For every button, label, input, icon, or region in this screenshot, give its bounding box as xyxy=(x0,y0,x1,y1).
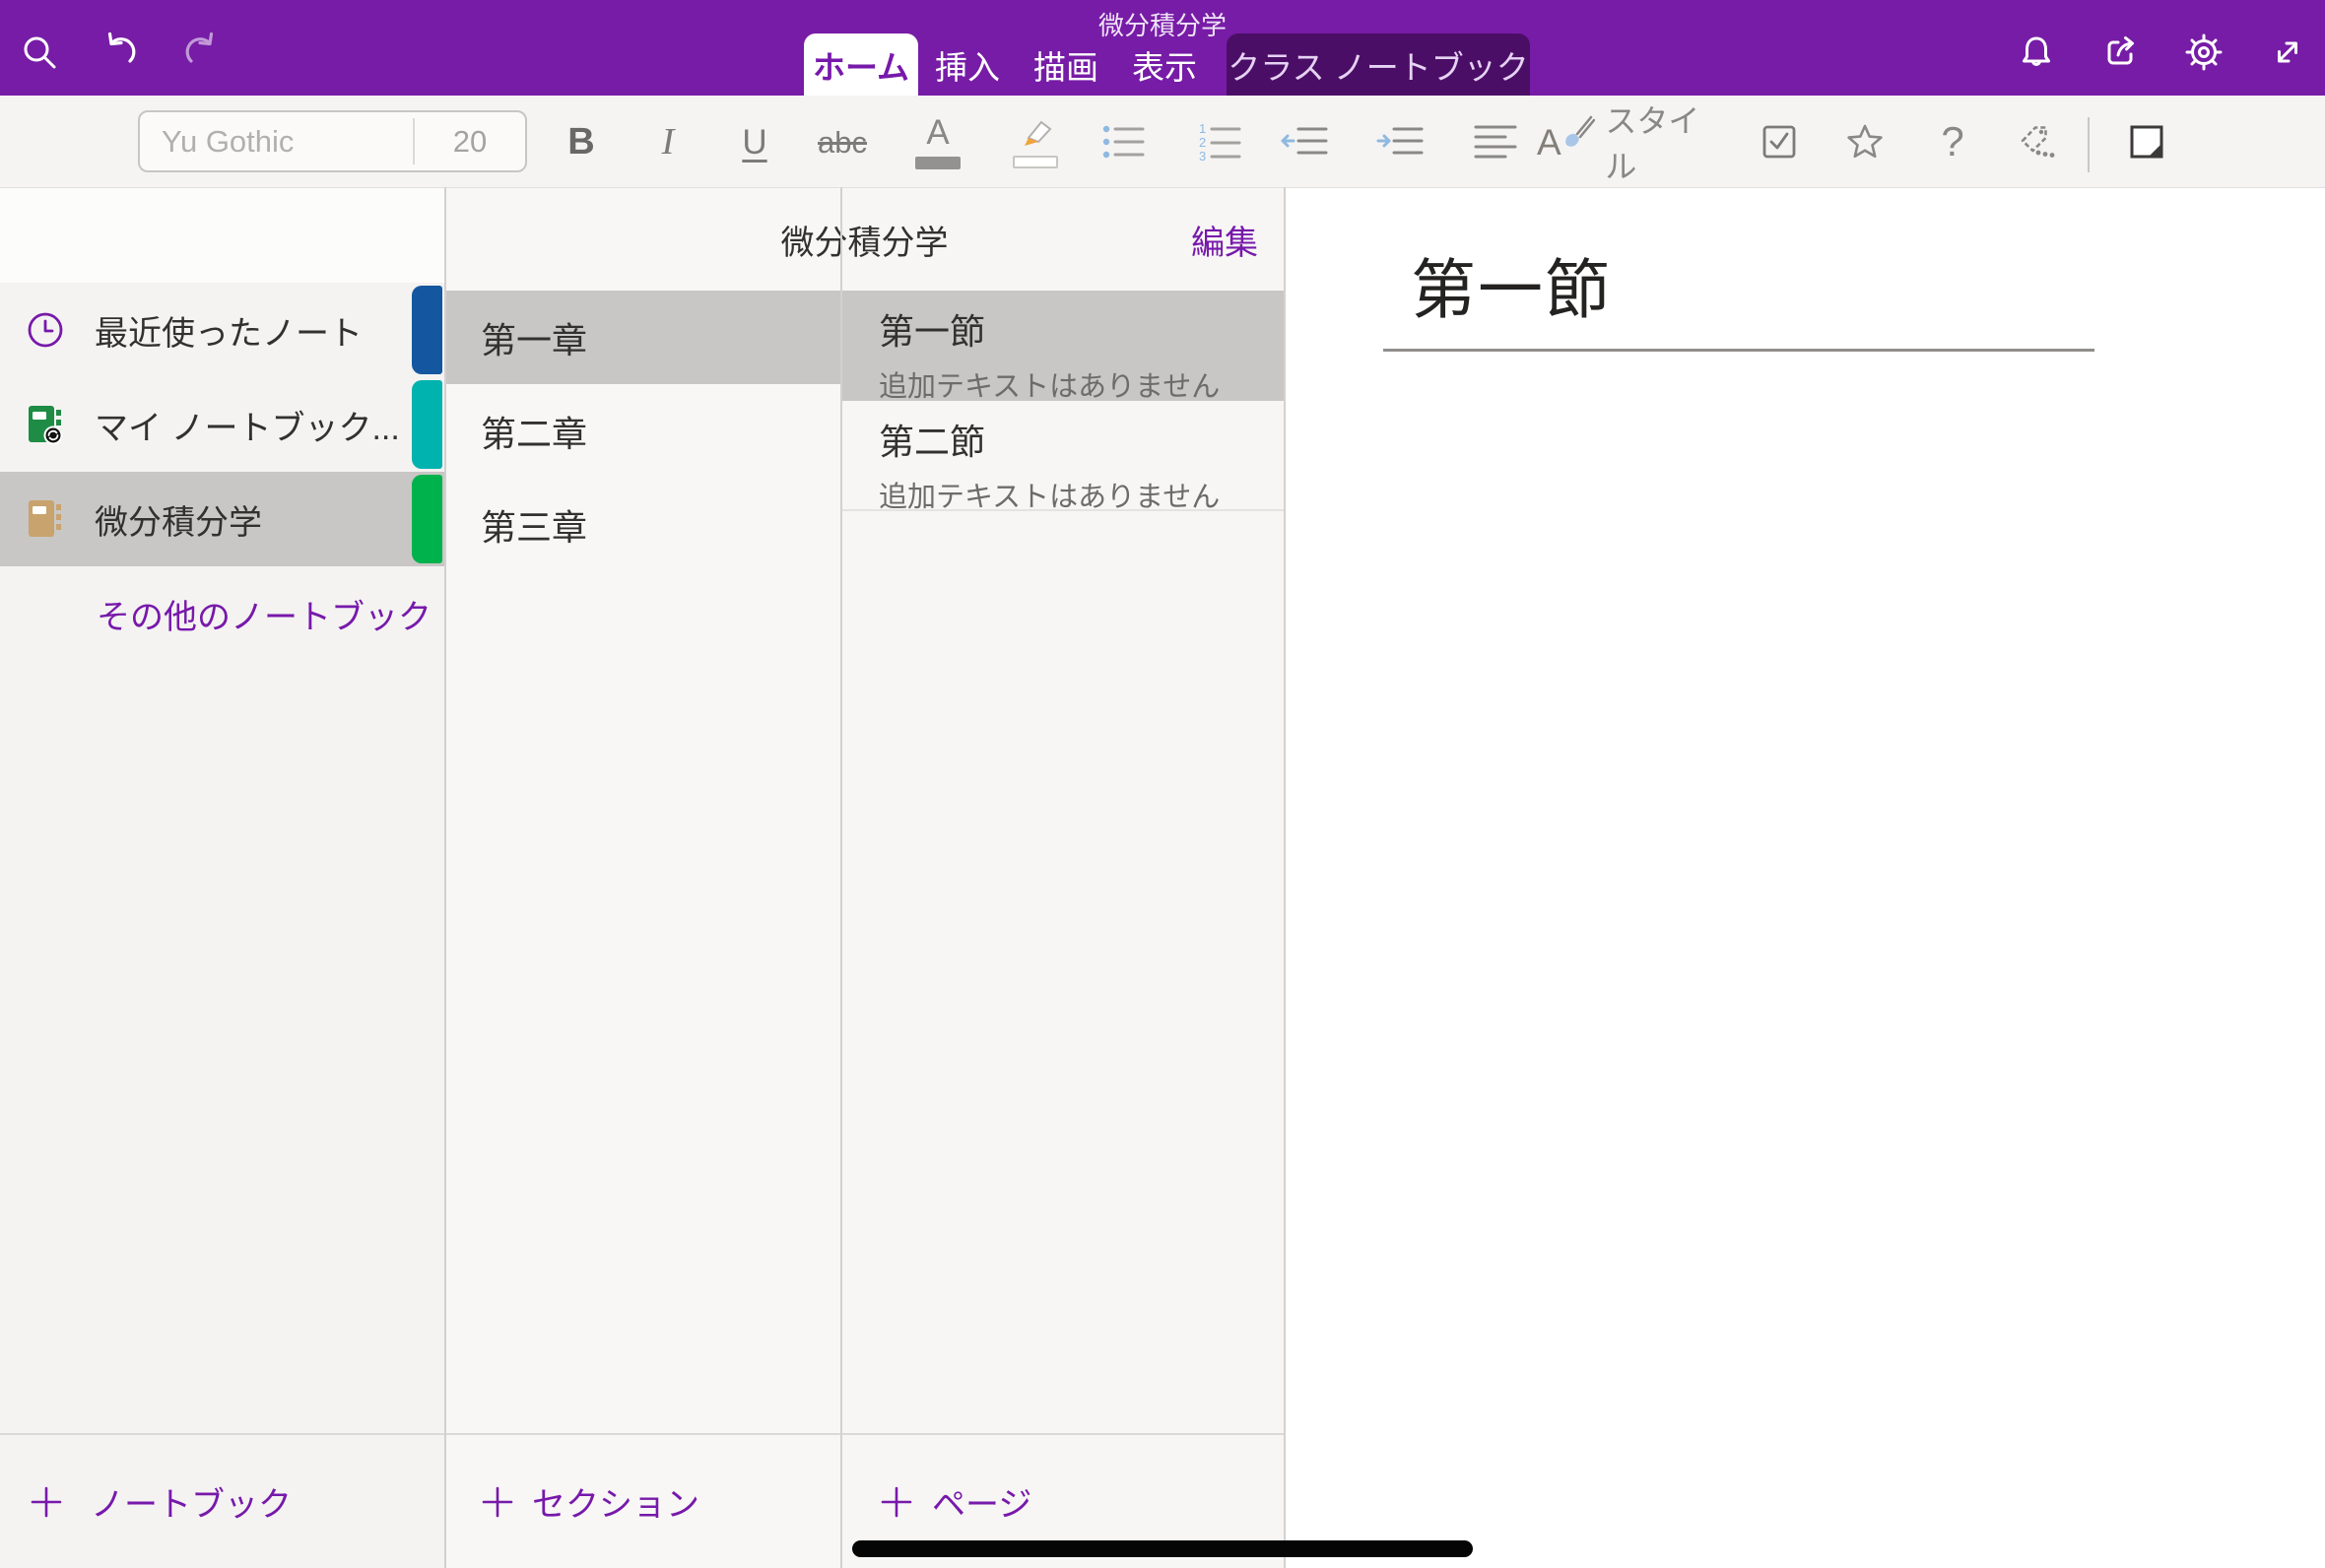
topbar-right-actions xyxy=(2015,31,2309,74)
sidebar-item-recent-notes[interactable]: 最近使ったノート xyxy=(0,283,444,377)
star-icon xyxy=(1843,120,1887,163)
plus-icon xyxy=(880,1485,913,1519)
section-item-chapter1[interactable]: 第一章 xyxy=(445,291,840,384)
clock-icon xyxy=(24,308,67,352)
font-color-button[interactable]: A xyxy=(906,101,969,182)
strikethrough-button[interactable]: abc xyxy=(811,101,874,182)
italic-button[interactable]: I xyxy=(636,101,699,182)
highlight-color-swatch xyxy=(1013,156,1058,168)
plus-icon xyxy=(30,1485,63,1519)
todo-tag-button[interactable] xyxy=(1748,101,1811,182)
notebook-list-header: 微分積分学 編集 xyxy=(445,188,1284,291)
sections-column: 第一章 第二章 第三章 セクション xyxy=(445,188,840,1568)
tab-home[interactable]: ホーム xyxy=(804,33,918,96)
svg-text:2: 2 xyxy=(1199,135,1206,150)
bold-button[interactable]: B xyxy=(550,101,613,182)
indent-icon xyxy=(1376,124,1426,160)
tab-class-notebook[interactable]: クラス ノートブック xyxy=(1227,33,1530,96)
page-title[interactable]: 第一節 xyxy=(1411,237,1612,332)
styles-button[interactable]: A スタイル xyxy=(1537,101,1730,182)
notebook-color-tab-blue xyxy=(412,286,442,374)
notebook-icon xyxy=(24,497,67,541)
pages-canvas-divider xyxy=(1284,187,1286,1568)
share-icon[interactable] xyxy=(2098,31,2142,74)
outdent-button[interactable] xyxy=(1274,101,1337,182)
svg-text:1: 1 xyxy=(1199,122,1206,136)
notebook-sidebar: 最近使ったノート マイ ノートブック... 微分積分学 その他のノートブック ノ… xyxy=(0,188,444,1568)
page-item-section1[interactable]: 第一節 追加テキストはありません xyxy=(841,291,1284,401)
highlighter-button[interactable] xyxy=(1004,101,1067,182)
search-icon[interactable] xyxy=(18,31,61,74)
numbered-list-button[interactable]: 1 2 3 xyxy=(1189,101,1252,182)
font-name-value[interactable]: Yu Gothic xyxy=(140,112,413,170)
brush-icon xyxy=(1560,114,1595,152)
notifications-bell-icon[interactable] xyxy=(2015,31,2058,74)
formatting-toolbar: Yu Gothic 20 B I U abc A 1 2 xyxy=(0,96,2325,188)
plus-icon xyxy=(481,1485,514,1519)
font-picker[interactable]: Yu Gothic 20 xyxy=(138,110,527,172)
page-item-section2[interactable]: 第二節 追加テキストはありません xyxy=(841,401,1284,511)
numbered-list-icon: 1 2 3 xyxy=(1198,122,1243,162)
font-size-value[interactable]: 20 xyxy=(415,112,525,170)
styles-icon: A xyxy=(1537,116,1591,167)
sidebar-item-my-notebook[interactable]: マイ ノートブック... xyxy=(0,377,444,472)
sidebar-header-area xyxy=(0,188,444,283)
expand-fullscreen-icon[interactable] xyxy=(2266,31,2309,74)
settings-gear-icon[interactable] xyxy=(2182,31,2225,74)
notebook-name-heading: 微分積分学 xyxy=(445,216,1284,264)
add-section-button[interactable]: セクション xyxy=(445,1433,840,1568)
ribbon-tabs: ホーム 挿入 描画 表示 クラス ノートブック xyxy=(804,33,1530,96)
notebook-color-tab-green xyxy=(412,475,442,563)
edit-button[interactable]: 編集 xyxy=(1191,216,1258,264)
underline-button[interactable]: U xyxy=(723,101,786,182)
important-tag-button[interactable] xyxy=(1833,101,1896,182)
home-indicator-bar[interactable] xyxy=(852,1540,1473,1557)
page-canvas[interactable]: 第一節 xyxy=(1285,188,2325,1568)
section-item-chapter2[interactable]: 第二章 xyxy=(445,384,840,478)
bullet-list-button[interactable] xyxy=(1093,101,1156,182)
toolbar-divider xyxy=(2088,117,2090,172)
more-tags-button[interactable] xyxy=(2007,101,2070,182)
alignment-icon xyxy=(1474,123,1517,161)
question-tag-button[interactable]: ? xyxy=(1921,101,1984,182)
sidebar-item-calculus[interactable]: 微分積分学 xyxy=(0,472,444,566)
checkbox-icon xyxy=(1758,120,1801,163)
outdent-icon xyxy=(1281,124,1330,160)
topbar-left-actions xyxy=(18,31,223,74)
svg-text:3: 3 xyxy=(1199,149,1206,162)
sidebar-item-more-notebooks[interactable]: その他のノートブック xyxy=(0,566,444,661)
bullet-list-icon xyxy=(1101,123,1147,161)
section-item-chapter3[interactable]: 第三章 xyxy=(445,478,840,571)
tab-insert[interactable]: 挿入 xyxy=(918,33,1017,96)
notebook-sync-icon xyxy=(24,403,67,446)
format-pane-button[interactable] xyxy=(2115,101,2178,182)
sections-pages-divider xyxy=(840,187,842,1568)
add-notebook-button[interactable]: ノートブック xyxy=(0,1433,444,1568)
pages-column: 第一節 追加テキストはありません 第二節 追加テキストはありません ページ xyxy=(841,188,1284,1568)
tag-icon xyxy=(2016,120,2061,163)
tab-view[interactable]: 表示 xyxy=(1115,33,1214,96)
tab-draw[interactable]: 描画 xyxy=(1017,33,1115,96)
undo-icon[interactable] xyxy=(99,31,142,74)
redo-icon[interactable] xyxy=(179,31,223,74)
font-color-swatch xyxy=(915,157,961,169)
notebook-color-tab-teal xyxy=(412,380,442,469)
highlighter-icon xyxy=(1013,115,1058,149)
sidebar-sections-divider xyxy=(444,187,446,1568)
alignment-button[interactable] xyxy=(1464,101,1527,182)
page-title-underline xyxy=(1383,349,2094,352)
top-app-bar: 微分積分学 ホーム 挿入 描画 表示 クラス ノートブック xyxy=(0,0,2325,96)
indent-button[interactable] xyxy=(1369,101,1432,182)
page-corner-icon xyxy=(2125,120,2168,163)
